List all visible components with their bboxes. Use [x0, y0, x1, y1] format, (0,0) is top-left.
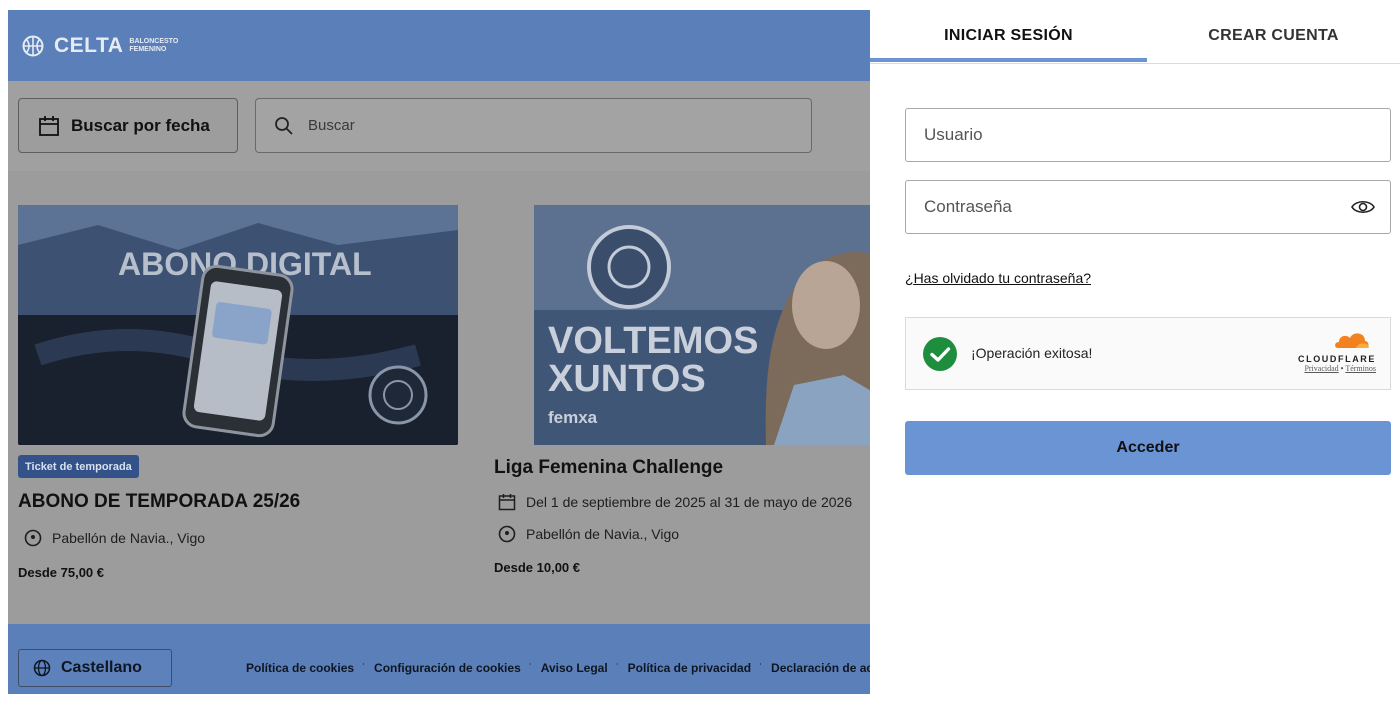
liga-artwork: VOLTEMOS XUNTOS femxa	[534, 205, 870, 445]
footer-link-cookies[interactable]: Política de cookies	[246, 661, 354, 675]
tab-register[interactable]: CREAR CUENTA	[1147, 8, 1400, 64]
ticket-type-badge: Ticket de temporada	[18, 455, 139, 478]
logo-subtitle-line1: BALONCESTO	[129, 38, 179, 45]
login-panel: INICIAR SESIÓN CREAR CUENTA Usuario Cont…	[870, 0, 1400, 702]
dates-text: Del 1 de septiembre de 2025 al 31 de may…	[526, 494, 853, 510]
location-pin-icon	[24, 529, 42, 547]
celta-logo[interactable]: CELTA BALONCESTO FEMENINO	[18, 34, 178, 58]
auth-tabs: INICIAR SESIÓN CREAR CUENTA	[870, 8, 1400, 64]
events-list: ABONO DIGITAL Ticket de temporada ABONO …	[8, 171, 870, 624]
site-footer: Castellano Política de cookies ˙ Configu…	[8, 624, 870, 694]
footer-separator: ˙	[528, 661, 533, 675]
date-search-label: Buscar por fecha	[71, 115, 210, 135]
event-location-liga: Pabellón de Navia., Vigo	[498, 525, 679, 543]
logo-subtitle-line2: FEMENINO	[129, 46, 167, 53]
event-price-abono: Desde 75,00 €	[18, 565, 105, 580]
abono-digital-artwork: ABONO DIGITAL	[18, 205, 458, 445]
language-label: Castellano	[61, 659, 142, 676]
event-dates-liga: Del 1 de septiembre de 2025 al 31 de may…	[498, 493, 852, 511]
footer-separator: ˙	[362, 661, 367, 675]
cloudflare-links: Privacidad • Términos	[1284, 364, 1376, 373]
calendar-icon	[39, 115, 59, 136]
footer-separator: ˙	[615, 661, 620, 675]
search-bar: Buscar por fecha Buscar	[8, 81, 870, 171]
tab-login[interactable]: INICIAR SESIÓN	[870, 8, 1147, 64]
password-field[interactable]: Contraseña	[905, 180, 1391, 234]
logo-wordmark: CELTA	[54, 34, 124, 57]
date-search-button[interactable]: Buscar por fecha	[18, 98, 238, 153]
event-title-abono[interactable]: ABONO DE TEMPORADA 25/26	[18, 491, 300, 513]
event-location-abono: Pabellón de Navia., Vigo	[24, 529, 205, 547]
captcha-status: ¡Operación exitosa!	[971, 345, 1093, 361]
footer-link-legal[interactable]: Aviso Legal	[541, 661, 608, 675]
cloudflare-dot: •	[1340, 364, 1344, 373]
voltemos-text: VOLTEMOS	[548, 320, 758, 362]
show-password-icon[interactable]	[1350, 195, 1376, 224]
success-check-icon	[923, 337, 957, 371]
globe-icon	[33, 659, 51, 677]
footer-link-privacy[interactable]: Política de privacidad	[628, 661, 751, 675]
event-title-liga[interactable]: Liga Femenina Challenge	[494, 457, 723, 479]
footer-links: Política de cookies ˙ Configuración de c…	[246, 661, 870, 675]
login-button[interactable]: Acceder	[905, 421, 1391, 475]
footer-separator: ˙	[759, 661, 764, 675]
basketball-logo-icon	[22, 35, 44, 57]
location-text: Pabellón de Navia., Vigo	[526, 526, 680, 542]
top-strip	[0, 0, 870, 10]
event-image-liga[interactable]: VOLTEMOS XUNTOS femxa	[534, 205, 870, 445]
forgot-label: Has olvidado tu contraseña?	[913, 270, 1092, 286]
forgot-password-link[interactable]: ¿Has olvidado tu contraseña?	[905, 270, 1091, 286]
femxa-text: femxa	[548, 408, 598, 427]
search-input[interactable]: Buscar	[255, 98, 812, 153]
cloudflare-captcha: ¡Operación exitosa! CLOUDFLARE Privacida…	[905, 317, 1391, 390]
event-image-abono[interactable]: ABONO DIGITAL	[18, 205, 458, 445]
xuntos-text: XUNTOS	[548, 358, 706, 400]
cloudflare-cloud-icon	[1335, 333, 1369, 348]
active-tab-indicator	[870, 58, 1147, 62]
username-field[interactable]: Usuario	[905, 108, 1391, 162]
cloudflare-terms-link[interactable]: Términos	[1345, 364, 1376, 373]
forgot-prefix: ¿	[905, 270, 914, 286]
bottom-strip	[0, 694, 870, 702]
search-placeholder: Buscar	[308, 117, 355, 134]
cloudflare-wordmark: CLOUDFLARE	[1298, 354, 1376, 364]
event-price-liga: Desde 10,00 €	[494, 560, 581, 575]
password-placeholder: Contraseña	[924, 197, 1012, 216]
cloudflare-privacy-link[interactable]: Privacidad	[1304, 364, 1338, 373]
background-page: CELTA BALONCESTO FEMENINO Buscar por fec…	[0, 0, 870, 702]
footer-link-cookie-settings[interactable]: Configuración de cookies	[374, 661, 521, 675]
calendar-icon	[498, 494, 516, 511]
cloudflare-branding: CLOUDFLARE Privacidad • Términos	[1284, 330, 1376, 380]
footer-link-accessibility[interactable]: Declaración de accesibilidad	[771, 661, 870, 675]
location-text: Pabellón de Navia., Vigo	[52, 530, 206, 546]
location-pin-icon	[498, 525, 516, 543]
language-selector[interactable]: Castellano	[18, 649, 172, 687]
search-icon	[275, 116, 293, 135]
page: CELTA BALONCESTO FEMENINO Buscar por fec…	[0, 0, 1400, 702]
site-header: CELTA BALONCESTO FEMENINO	[8, 10, 870, 81]
logo-subtitle: BALONCESTO FEMENINO	[129, 38, 178, 54]
username-placeholder: Usuario	[924, 125, 983, 144]
